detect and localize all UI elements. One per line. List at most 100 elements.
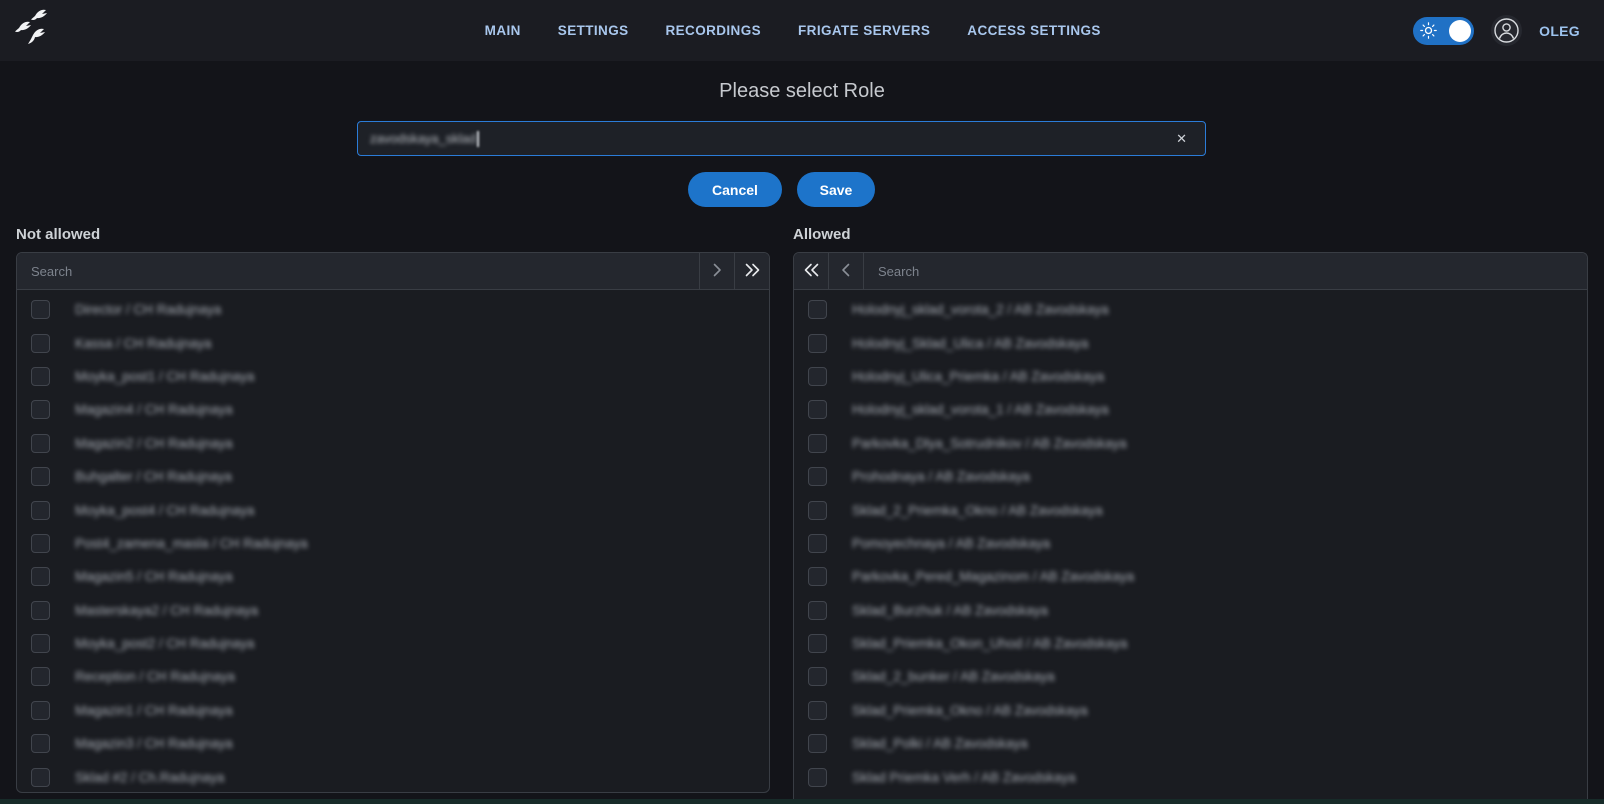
list-item[interactable]: Moyka_post1 / CH Radujnaya [17, 360, 769, 393]
item-label: Magazin1 / CH Radujnaya [75, 703, 233, 718]
list-item[interactable]: Magazin4 / CH Radujnaya [17, 393, 769, 426]
list-item[interactable]: Holodnyj_sklad_vorota_1 / AB Zavodskaya [794, 393, 1587, 426]
item-checkbox[interactable] [31, 367, 50, 386]
item-label: Prohodnaya / AB Zavodskaya [852, 469, 1030, 484]
list-item[interactable]: Kassa / CH Radujnaya [17, 326, 769, 359]
allowed-toolbar [794, 253, 1587, 290]
cancel-button[interactable]: Cancel [688, 172, 782, 207]
list-item[interactable]: Sklad_Priemka_Okno / AB Zavodskaya [794, 694, 1587, 727]
item-label: Sklad_2_Priemka_Okno / AB Zavodskaya [852, 503, 1103, 518]
item-label: Director / CH Radujnaya [75, 302, 221, 317]
list-item[interactable]: Reception / CH Radujnaya [17, 660, 769, 693]
allowed-search-input[interactable] [864, 253, 1587, 289]
list-item[interactable]: Moyka_post4 / CH Radujnaya [17, 493, 769, 526]
list-item[interactable]: Sklad_2_bunker / AB Zavodskaya [794, 660, 1587, 693]
item-checkbox[interactable] [31, 634, 50, 653]
app-logo-icon[interactable] [13, 8, 57, 53]
allowed-panel: Holodnyj_sklad_vorota_2 / AB Zavodskaya … [793, 252, 1588, 804]
username[interactable]: OLEG [1539, 23, 1580, 39]
sun-icon [1420, 22, 1437, 44]
list-item[interactable]: Magazin5 / CH Radujnaya [17, 560, 769, 593]
list-item[interactable]: Holodnyj_Sklad_Ulica / AB Zavodskaya [794, 326, 1587, 359]
list-item[interactable]: Sklad #2 / Ch.Radujnaya [17, 760, 769, 793]
item-checkbox[interactable] [808, 334, 827, 353]
list-item[interactable]: Holodnyj_sklad_vorota_2 / AB Zavodskaya [794, 293, 1587, 326]
item-checkbox[interactable] [31, 501, 50, 520]
nav-link[interactable]: MAIN [485, 23, 521, 38]
item-checkbox[interactable] [808, 367, 827, 386]
list-item[interactable]: Parkovka_Pered_Magazinom / AB Zavodskaya [794, 560, 1587, 593]
not-allowed-search-input[interactable] [17, 253, 699, 289]
list-item[interactable]: Pomoyechnaya / AB Zavodskaya [794, 527, 1587, 560]
item-checkbox[interactable] [808, 400, 827, 419]
item-checkbox[interactable] [31, 667, 50, 686]
move-all-right-button[interactable] [734, 253, 769, 289]
list-item[interactable]: Post4_zamena_masla / CH Radujnaya [17, 527, 769, 560]
item-label: Sklad #2 / Ch.Radujnaya [75, 770, 224, 785]
item-checkbox[interactable] [808, 734, 827, 753]
item-checkbox[interactable] [808, 501, 827, 520]
list-item[interactable]: Magazin1 / CH Radujnaya [17, 694, 769, 727]
item-label: Holodnyj_Sklad_Ulica / AB Zavodskaya [852, 336, 1088, 351]
item-label: Kassa / CH Radujnaya [75, 336, 212, 351]
item-label: Buhgalter / CH Radujnaya [75, 469, 232, 484]
list-item[interactable]: Magazin2 / CH Radujnaya [17, 427, 769, 460]
item-checkbox[interactable] [808, 467, 827, 486]
item-checkbox[interactable] [808, 701, 827, 720]
item-checkbox[interactable] [31, 400, 50, 419]
nav-link[interactable]: FRIGATE SERVERS [798, 23, 930, 38]
top-nav: MAIN SETTINGS RECORDINGS FRIGATE SERVERS… [0, 0, 1604, 61]
item-checkbox[interactable] [31, 467, 50, 486]
item-checkbox[interactable] [808, 300, 827, 319]
item-checkbox[interactable] [31, 534, 50, 553]
item-checkbox[interactable] [808, 567, 827, 586]
not-allowed-toolbar [17, 253, 769, 290]
nav-link[interactable]: RECORDINGS [666, 23, 762, 38]
item-checkbox[interactable] [31, 701, 50, 720]
item-label: Reception / CH Radujnaya [75, 669, 235, 684]
move-all-left-button[interactable] [794, 253, 829, 289]
item-checkbox[interactable] [31, 601, 50, 620]
item-checkbox[interactable] [808, 534, 827, 553]
item-label: Magazin3 / CH Radujnaya [75, 736, 233, 751]
item-checkbox[interactable] [31, 567, 50, 586]
list-item[interactable]: Director / CH Radujnaya [17, 293, 769, 326]
item-label: Post4_zamena_masla / CH Radujnaya [75, 536, 308, 551]
nav-link[interactable]: ACCESS SETTINGS [967, 23, 1101, 38]
item-checkbox[interactable] [808, 434, 827, 453]
clear-input-button[interactable]: ✕ [1170, 129, 1193, 149]
list-item[interactable]: Prohodnaya / AB Zavodskaya [794, 460, 1587, 493]
item-checkbox[interactable] [31, 434, 50, 453]
list-item[interactable]: Sklad Priemka Verh / AB Zavodskaya [794, 760, 1587, 793]
item-checkbox[interactable] [31, 768, 50, 787]
user-avatar-icon[interactable] [1491, 15, 1522, 46]
item-checkbox[interactable] [808, 768, 827, 787]
move-selected-right-button[interactable] [699, 253, 734, 289]
role-input[interactable]: zavodskaya_sklad ✕ [357, 121, 1206, 156]
list-item[interactable]: Sklad_Polki / AB Zavodskaya [794, 727, 1587, 760]
list-item[interactable]: Sklad_Burzhuk / AB Zavodskaya [794, 594, 1587, 627]
item-checkbox[interactable] [31, 300, 50, 319]
move-selected-left-button[interactable] [829, 253, 864, 289]
item-checkbox[interactable] [31, 734, 50, 753]
list-item[interactable]: Moyka_post2 / CH Radujnaya [17, 627, 769, 660]
list-item[interactable]: Holodnyj_Ulica_Priemka / AB Zavodskaya [794, 360, 1587, 393]
item-checkbox[interactable] [31, 334, 50, 353]
list-item[interactable]: Sklad_Priemka_Okon_Uhod / AB Zavodskaya [794, 627, 1587, 660]
item-label: Moyka_post1 / CH Radujnaya [75, 369, 254, 384]
double-chevron-left-icon [803, 263, 820, 280]
item-checkbox[interactable] [808, 634, 827, 653]
nav-link[interactable]: SETTINGS [558, 23, 629, 38]
list-item[interactable]: Parkovka_Dlya_Sotrudnikov / AB Zavodskay… [794, 427, 1587, 460]
item-label: Parkovka_Dlya_Sotrudnikov / AB Zavodskay… [852, 436, 1127, 451]
theme-toggle[interactable] [1413, 17, 1474, 45]
list-item[interactable]: Buhgalter / CH Radujnaya [17, 460, 769, 493]
list-item[interactable]: Masterskaya2 / CH Radujnaya [17, 594, 769, 627]
save-button[interactable]: Save [797, 172, 875, 207]
list-item[interactable]: Magazin3 / CH Radujnaya [17, 727, 769, 760]
item-label: Sklad_Polki / AB Zavodskaya [852, 736, 1028, 751]
item-checkbox[interactable] [808, 667, 827, 686]
item-checkbox[interactable] [808, 601, 827, 620]
item-label: Sklad_2_bunker / AB Zavodskaya [852, 669, 1055, 684]
list-item[interactable]: Sklad_2_Priemka_Okno / AB Zavodskaya [794, 493, 1587, 526]
